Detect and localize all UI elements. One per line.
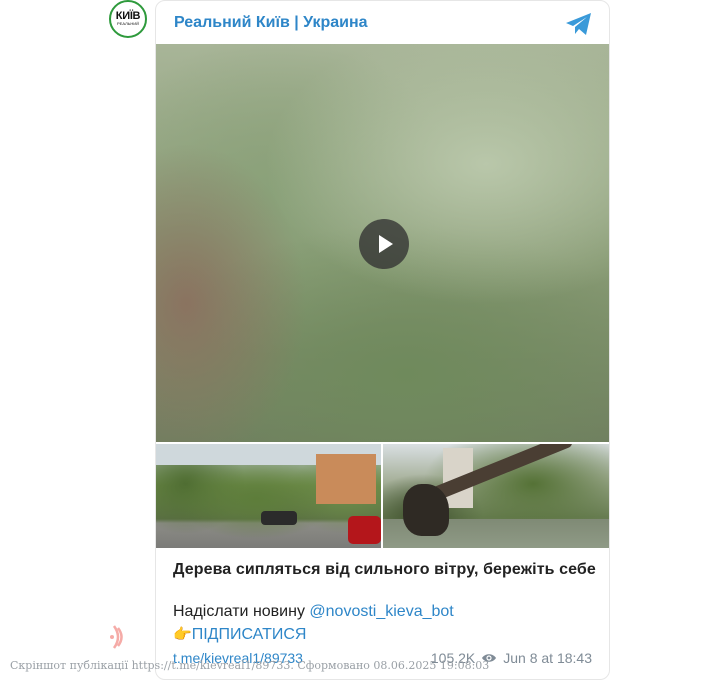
channel-name[interactable]: Реальний Київ | Украина [174,14,368,32]
avatar-subtext: РЕАЛЬНИЙ [117,21,139,26]
red-car-shape [348,516,381,544]
bot-link[interactable]: @novosti_kieva_bot [309,603,453,620]
photo-thumbnail-2[interactable] [383,444,609,548]
subscribe-text: ПІДПИСАТИСЯ [191,626,307,643]
screenshot-watermark: Скріншот публікації https://t.me/kievrea… [10,659,490,672]
send-news-text: Надіслати новину [173,603,305,620]
car-shape [261,511,297,525]
channel-avatar[interactable]: КИЇВ РЕАЛЬНИЙ [109,0,147,38]
post-caption: Дерева сипляться від сильного вітру, бер… [173,561,596,578]
pointing-hand-icon: 👉 [173,626,192,643]
tree-root-shape [403,484,449,536]
post-date: Jun 8 at 18:43 [503,650,592,666]
telegram-post-card: Реальний Київ | Украина Дерева сипляться… [155,0,610,680]
logo-mark-icon [110,625,123,649]
photo-thumbnail-1[interactable] [156,444,381,548]
subscribe-link[interactable]: 👉ПІДПИСАТИСЯ [173,625,306,644]
telegram-icon[interactable] [565,12,593,36]
video-player[interactable] [156,44,609,442]
building-shape [316,454,376,504]
send-news-line: Надіслати новину @novosti_kieva_bot [173,603,454,621]
play-icon[interactable] [359,219,409,269]
avatar-text: КИЇВ [115,10,141,22]
